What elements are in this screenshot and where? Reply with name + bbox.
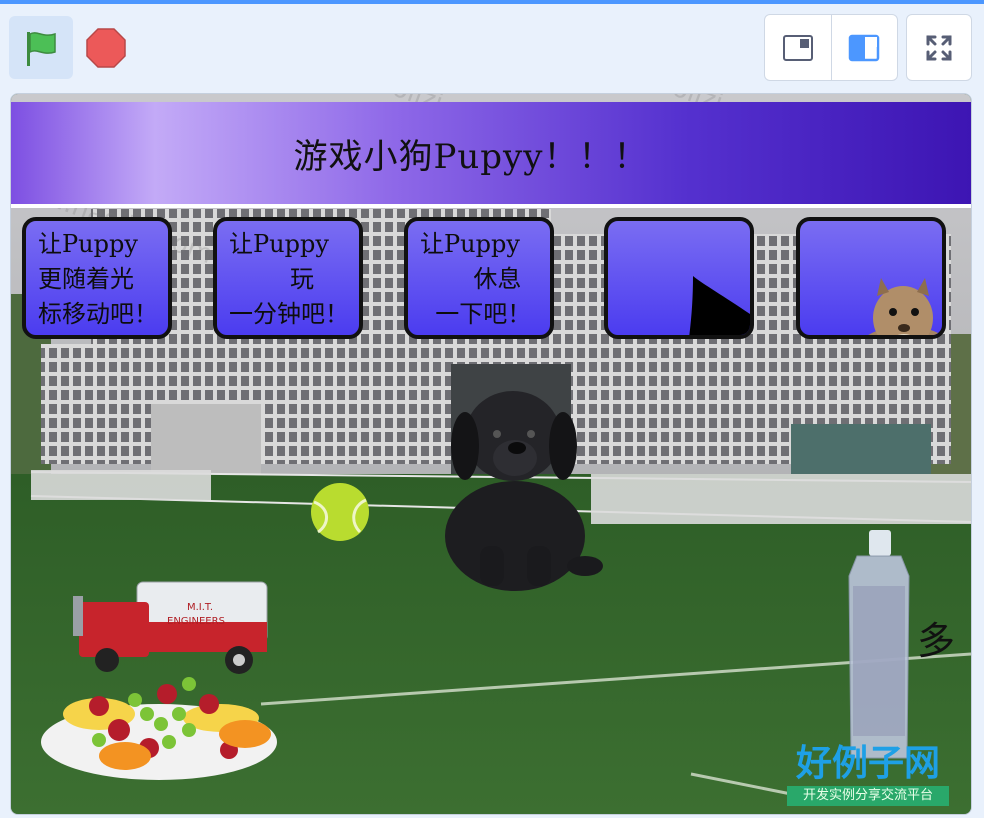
title-banner: 游戏小狗Pupyy！！！ [11,102,971,208]
brand-watermark-logo: 好例子网 开发实例分享交流平台 [787,744,949,810]
stage-size-toggle [764,14,898,81]
puppy-sprite[interactable] [425,366,605,596]
play-one-minute-button[interactable]: 让Puppy 玩 一分钟吧！ [213,217,363,339]
stop-button[interactable] [80,22,132,74]
water-bottle-sprite[interactable] [843,526,915,766]
stop-sign-icon [86,28,126,68]
stage-canvas[interactable]: www.haolizi.com www.haolizi.com www.haol… [10,93,972,815]
fullscreen-button[interactable] [906,14,972,81]
fullscreen-icon [926,35,952,60]
squirrel-icon [867,278,942,335]
green-flag-button[interactable] [9,16,73,79]
brand-name: 好例子网 [795,743,940,784]
play-arrow-button[interactable] [604,217,754,339]
large-stage-button[interactable] [830,15,898,80]
svg-text:M.I.T.: M.I.T. [187,602,213,613]
rest-button[interactable]: 让Puppy 休息 一下吧！ [404,217,554,339]
squirrel-button[interactable] [796,217,946,339]
play-arrow-icon [688,276,750,335]
follow-cursor-button[interactable]: 让Puppy 更随着光 标移动吧！ [22,217,172,339]
banner-title: 游戏小狗Pupyy！！！ [293,136,649,177]
small-stage-button[interactable] [765,15,831,80]
green-flag-icon [27,31,56,66]
tennis-ball-sprite[interactable] [308,480,372,544]
svg-text:ENGINEERS: ENGINEERS [167,616,225,627]
brand-subtitle: 开发实例分享交流平台 [787,786,949,806]
side-text: 多 [917,619,956,663]
large-stage-icon [849,34,880,61]
small-stage-icon [782,34,813,61]
top-accent-bar [0,0,984,4]
fruit-plate-sprite[interactable] [39,664,279,784]
